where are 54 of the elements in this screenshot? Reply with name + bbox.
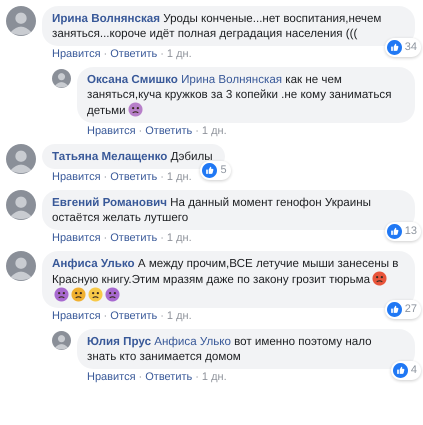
like-count: 4: [410, 363, 417, 378]
avatar[interactable]: [52, 69, 71, 88]
comment-text: Оксана Смишко Ирина Волнянская как не чем заняться,куча кружков за 3 копейки .не кому заниматься детьми: [87, 73, 392, 117]
comment-action-link[interactable]: Нравится: [87, 125, 136, 138]
thumbs-up-icon: [392, 363, 408, 378]
comment-action-link[interactable]: Нравится: [52, 48, 101, 61]
avatar[interactable]: [6, 6, 36, 36]
separator-dot: ·: [195, 371, 199, 384]
separator-dot: ·: [104, 48, 108, 61]
avatar[interactable]: [6, 251, 36, 281]
author-link[interactable]: Анфиса Улько: [52, 257, 135, 270]
like-count: 34: [404, 40, 417, 55]
comment-action-link[interactable]: Ответить: [110, 171, 158, 184]
separator-dot: ·: [104, 232, 108, 245]
separator-dot: ·: [104, 171, 108, 184]
avatar[interactable]: [6, 144, 36, 174]
separator-dot: ·: [160, 232, 164, 245]
separator-dot: ·: [138, 371, 142, 384]
separator-dot: ·: [195, 125, 199, 138]
avatar[interactable]: [6, 190, 36, 220]
avatar[interactable]: [52, 331, 71, 350]
author-link[interactable]: Оксана Смишко: [87, 73, 178, 86]
comment-action-link[interactable]: Нравится: [52, 232, 101, 245]
comment-action-link[interactable]: Ответить: [110, 232, 158, 245]
thumbs-up-icon: [386, 224, 402, 239]
author-link[interactable]: Юлия Прус: [87, 335, 152, 348]
comment-text: Татьяна Мелащенко Дэбилы: [52, 150, 213, 163]
comment-action-link[interactable]: Ответить: [145, 371, 192, 384]
comment-action-link[interactable]: Ответить: [110, 310, 158, 323]
comment-text: Анфиса Улько А между прочим,ВСЕ летучие мыши занесены в Красную книгу.Этим мразям даже по закону грозит тюрьма: [52, 257, 398, 286]
separator-dot: ·: [160, 171, 164, 184]
separator-dot: ·: [138, 125, 142, 138]
like-count: 27: [404, 302, 417, 317]
author-link[interactable]: Ирина Волнянская: [52, 12, 160, 25]
thumbs-up-icon: [386, 302, 402, 317]
author-link[interactable]: Татьяна Мелащенко: [52, 150, 168, 163]
separator-dot: ·: [104, 310, 108, 323]
author-link[interactable]: Евгений Романович: [52, 196, 167, 209]
like-count: 13: [404, 224, 417, 239]
separator-dot: ·: [160, 48, 164, 61]
comment-text: Юлия Прус Анфиса Улько вот именно поэтому нало знать кто занимается домом: [87, 335, 372, 363]
like-count: 5: [220, 163, 227, 178]
comment-text: Евгений Романович На данный момент генофон Украины остаётся желать лутшего: [52, 196, 371, 224]
mention-link[interactable]: Ирина Волнянская: [181, 73, 282, 86]
comment-action-link[interactable]: Нравится: [87, 371, 136, 384]
comment-action-link[interactable]: Ответить: [110, 48, 158, 61]
thumbs-up-icon: [202, 163, 218, 178]
thumbs-up-icon: [386, 40, 402, 55]
comment-text: Ирина Волнянская Уроды конченые...нет воспитания,нечем заняться...короче идёт полная деградация населения (((: [52, 12, 382, 40]
comment-action-link[interactable]: Нравится: [52, 171, 101, 184]
separator-dot: ·: [160, 310, 164, 323]
comment-action-link[interactable]: Ответить: [145, 125, 192, 138]
comment-action-link[interactable]: Нравится: [52, 310, 101, 323]
mention-link[interactable]: Анфиса Улько: [154, 335, 231, 348]
